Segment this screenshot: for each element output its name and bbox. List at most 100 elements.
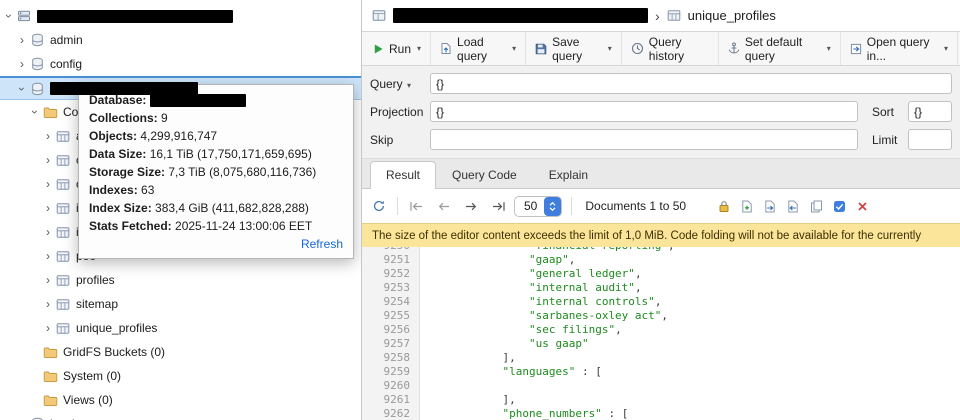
line-number: 9254: [362, 295, 420, 309]
breadcrumb-collection[interactable]: unique_profiles: [688, 8, 776, 23]
load-query-icon: [440, 42, 452, 55]
tree-item-gridfs-buckets[interactable]: ›GridFS Buckets (0): [0, 340, 361, 364]
line-number: 9259: [362, 365, 420, 379]
open-query-in-button[interactable]: Open query in...▾: [841, 32, 958, 65]
chevron-right-icon[interactable]: ›: [41, 130, 55, 142]
stat-value: 9: [161, 111, 168, 125]
chevron-right-icon[interactable]: ›: [15, 58, 29, 70]
server-icon: [16, 9, 32, 23]
chevron-right-icon[interactable]: ›: [41, 178, 55, 190]
chevron-down-icon[interactable]: ›: [29, 105, 41, 119]
stat-row: Indexes: 63: [89, 181, 343, 199]
select-documents-icon[interactable]: [829, 196, 849, 216]
result-editor[interactable]: 9250 "financial reporting",9251 "gaap",9…: [362, 247, 960, 420]
code-text: "general ledger",: [420, 267, 642, 281]
chevron-down-icon[interactable]: ›: [3, 9, 15, 23]
chevron-down-icon: ▾: [827, 44, 831, 53]
chevron-right-icon[interactable]: ›: [41, 274, 55, 286]
copy-document-icon[interactable]: [806, 196, 826, 216]
chevron-right-icon[interactable]: ›: [41, 226, 55, 238]
stat-label: Stats Fetched:: [89, 219, 172, 233]
line-number: 9260: [362, 379, 420, 393]
editor-size-warning: The size of the editor content exceeds t…: [362, 223, 960, 247]
tab-explain[interactable]: Explain: [533, 161, 604, 188]
tree-item-sitemap[interactable]: ›sitemap: [0, 292, 361, 316]
tree-item-label: Views (0): [63, 393, 113, 407]
chevron-right-icon[interactable]: ›: [41, 250, 55, 262]
projection-label: Projection: [370, 105, 430, 119]
query-input[interactable]: [430, 73, 952, 94]
connection-row[interactable]: ›: [0, 4, 361, 28]
import-document-icon[interactable]: [783, 196, 803, 216]
folder-icon: [42, 370, 58, 383]
button-label: Set default query: [745, 35, 821, 63]
refresh-link[interactable]: Refresh: [89, 235, 343, 253]
code-text: [420, 379, 423, 393]
chevron-right-icon[interactable]: ›: [41, 202, 55, 214]
chevron-right-icon[interactable]: ›: [41, 154, 55, 166]
refresh-icon[interactable]: [370, 197, 388, 215]
query-history-icon: [631, 42, 644, 55]
run-button[interactable]: Run▾: [364, 32, 431, 65]
result-tabs: ResultQuery CodeExplain: [362, 159, 960, 189]
stat-value: 63: [141, 183, 154, 197]
lock-icon[interactable]: [714, 196, 734, 216]
tree-item-label: unique_profiles: [76, 321, 157, 335]
projection-input[interactable]: [430, 101, 858, 122]
table-icon: [372, 9, 386, 22]
stat-row: Index Size: 383,4 GiB (411,682,828,288): [89, 199, 343, 217]
stat-value: 7,3 TiB (8,075,680,116,736): [168, 165, 316, 179]
tree-item-unique-profiles[interactable]: › unique_profiles: [0, 316, 361, 340]
set-default-query-button[interactable]: Set default query ▾: [719, 32, 841, 65]
tree-item-profiles[interactable]: ›profiles: [0, 268, 361, 292]
query-label[interactable]: Query ▾: [370, 77, 430, 91]
code-line: 9251 "gaap",: [362, 253, 960, 267]
run-icon: [373, 43, 384, 55]
export-document-icon[interactable]: [760, 196, 780, 216]
prev-page-icon[interactable]: [435, 199, 453, 214]
add-document-icon[interactable]: [737, 196, 757, 216]
sort-input[interactable]: [908, 101, 952, 122]
code-line: 9252 "general ledger",: [362, 267, 960, 281]
query-history-button[interactable]: Query history: [622, 32, 719, 65]
projection-sort-row: Projection Sort: [370, 101, 952, 122]
limit-input[interactable]: [908, 129, 952, 150]
page-size-select[interactable]: 50: [514, 196, 562, 217]
chevron-right-icon[interactable]: ›: [41, 322, 55, 334]
tree-item-admin[interactable]: › admin: [0, 28, 361, 52]
code-text: ],: [420, 393, 516, 407]
folder-icon: [42, 106, 58, 119]
chevron-down-icon[interactable]: ›: [16, 82, 28, 96]
stat-value: 383,4 GiB (411,682,828,288): [155, 201, 309, 215]
save-query-button[interactable]: Save query▾: [526, 32, 622, 65]
tree-item-local[interactable]: ›local: [0, 412, 361, 420]
next-page-icon[interactable]: [462, 199, 480, 214]
code-line: 9261 ],: [362, 393, 960, 407]
line-number: 9253: [362, 281, 420, 295]
query-form: Query ▾ Projection Sort Skip Limit: [362, 66, 960, 159]
skip-input[interactable]: [430, 129, 858, 150]
first-page-icon[interactable]: [407, 199, 426, 214]
collection-icon: [55, 274, 71, 287]
code-line: 9258 ],: [362, 351, 960, 365]
code-line: 9260: [362, 379, 960, 393]
last-page-icon[interactable]: [489, 199, 508, 214]
chevron-right-icon[interactable]: ›: [15, 34, 29, 46]
open-query-in-icon: [850, 43, 862, 55]
database-icon: [29, 57, 45, 71]
tree-item-config[interactable]: ›config: [0, 52, 361, 76]
chevron-right-icon[interactable]: ›: [41, 298, 55, 310]
tab-query-code[interactable]: Query Code: [436, 161, 533, 188]
stat-value: 16,1 TiB (17,750,171,659,695): [150, 147, 312, 161]
tree-item-system[interactable]: ›System (0): [0, 364, 361, 388]
code-text: ],: [420, 351, 516, 365]
code-line: 9255 "sarbanes-oxley act",: [362, 309, 960, 323]
skip-label: Skip: [370, 133, 430, 147]
collection-icon: [55, 226, 71, 239]
tab-result[interactable]: Result: [370, 161, 436, 189]
load-query-button[interactable]: Load query▾: [431, 32, 526, 65]
tree-item-views[interactable]: ›Views (0): [0, 388, 361, 412]
delete-document-icon[interactable]: [852, 196, 872, 216]
tree-item-label: admin: [50, 33, 83, 47]
line-number: 9258: [362, 351, 420, 365]
